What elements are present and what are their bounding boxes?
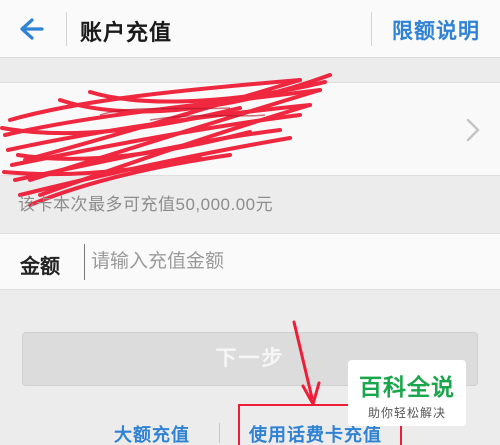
large-recharge-link[interactable]: 大额充值 [114,421,190,445]
watermark-title: 百科全说 [359,374,455,400]
chevron-right-icon [466,118,480,142]
recharge-limit-hint: 该卡本次最多可充值50,000.00元 [18,195,274,214]
amount-input[interactable] [84,244,464,280]
bank-card-selector[interactable] [0,82,500,176]
page-title: 账户充值 [80,20,173,45]
watermark-logo: 百科全说 助你轻松解决 [348,360,466,426]
amount-label: 金额 [20,256,60,278]
watermark-subtitle: 助你轻松解决 [367,406,446,420]
arrow-left-icon [20,18,44,40]
header-divider [66,12,67,46]
back-button[interactable] [10,12,46,46]
limit-explanation-link[interactable]: 限额说明 [392,15,480,45]
top-bar: 账户充值 限额说明 [0,0,500,58]
header-divider-right [371,12,372,46]
link-separator [219,423,220,443]
amount-row: 金额 [0,233,500,290]
